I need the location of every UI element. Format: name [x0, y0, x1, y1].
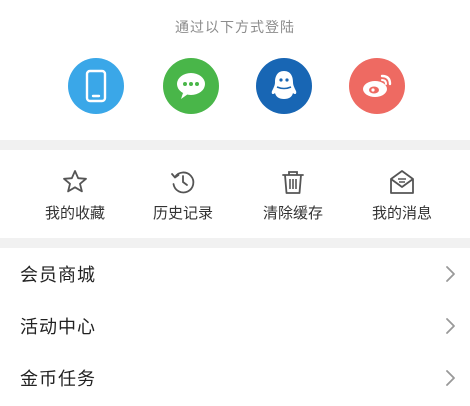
mail-icon [390, 170, 414, 194]
menu-item-activity-center[interactable]: 活动中心 [0, 300, 470, 352]
menu-item-coin-tasks[interactable]: 金币任务 [0, 352, 470, 404]
favorites-label: 我的收藏 [44, 204, 105, 222]
messages-label: 我的消息 [371, 204, 432, 222]
favorites-button[interactable]: 我的收藏 [25, 168, 125, 228]
section-divider [0, 238, 470, 248]
qq-icon [271, 71, 297, 99]
history-button[interactable]: 历史记录 [133, 168, 233, 228]
section-divider [0, 140, 470, 150]
menu-item-label: 活动中心 [20, 317, 96, 338]
history-clock-icon [171, 171, 195, 194]
menu-item-label: 会员商城 [20, 265, 96, 286]
menu-list: 会员商城 活动中心 金币任务 [0, 248, 470, 406]
login-title: 通过以下方式登陆 [175, 20, 295, 36]
trash-icon [282, 171, 304, 194]
login-methods [0, 58, 470, 114]
menu-item-member-mall[interactable]: 会员商城 [0, 248, 470, 300]
chevron-right-icon [446, 266, 455, 282]
messages-button[interactable]: 我的消息 [352, 168, 452, 228]
weibo-login-button[interactable] [349, 58, 405, 114]
clear-cache-label: 清除缓存 [262, 204, 323, 222]
clear-cache-button[interactable]: 清除缓存 [243, 168, 343, 228]
quick-actions: 我的收藏 历史记录 清除缓存 我的消息 [0, 150, 470, 238]
wechat-login-button[interactable] [163, 58, 219, 114]
history-label: 历史记录 [152, 204, 213, 222]
chevron-right-icon [446, 370, 455, 386]
phone-icon [85, 69, 107, 103]
weibo-icon [363, 74, 392, 97]
login-section: 通过以下方式登陆 [0, 0, 470, 140]
wechat-icon [177, 73, 205, 99]
menu-item-label: 金币任务 [20, 369, 96, 390]
phone-login-button[interactable] [68, 58, 124, 114]
chevron-right-icon [446, 318, 455, 334]
qq-login-button[interactable] [256, 58, 312, 114]
star-icon [63, 170, 87, 193]
